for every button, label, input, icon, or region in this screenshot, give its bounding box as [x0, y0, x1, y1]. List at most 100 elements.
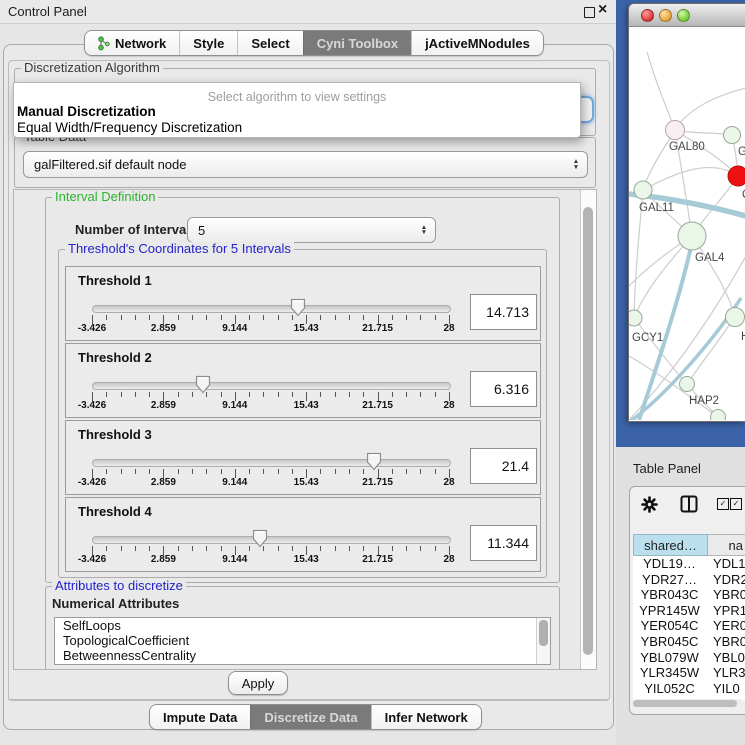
- slider-thumb[interactable]: [252, 529, 268, 553]
- apply-button[interactable]: Apply: [228, 671, 288, 695]
- slider-tick-label: 9.144: [203, 400, 267, 411]
- cell-name[interactable]: YBL0: [706, 650, 745, 666]
- slider-track[interactable]: [92, 305, 451, 313]
- table-row[interactable]: YBR043CYBR0: [633, 587, 745, 603]
- slider-thumb[interactable]: [195, 375, 211, 399]
- gear-icon[interactable]: [641, 496, 658, 513]
- table-hscrollbar[interactable]: [632, 699, 744, 708]
- tab-infer-network[interactable]: Infer Network: [371, 705, 481, 729]
- tab-impute-data[interactable]: Impute Data: [150, 705, 250, 729]
- threshold-value-field[interactable]: 11.344: [470, 525, 537, 561]
- table-row[interactable]: YBL079WYBL0: [633, 650, 745, 666]
- cell-name[interactable]: YDR2: [706, 572, 745, 588]
- cell-name[interactable]: YPR1: [706, 603, 745, 619]
- attribute-item-betweennesscentrality[interactable]: BetweennessCentrality: [55, 648, 550, 663]
- cell-name[interactable]: YLR3: [706, 665, 745, 681]
- cell-shared-name[interactable]: YBL079W: [633, 650, 706, 666]
- table-row[interactable]: YPR145WYPR1: [633, 603, 745, 619]
- table-hscrollbar-thumb[interactable]: [633, 700, 737, 707]
- tab-cyni-toolbox[interactable]: Cyni Toolbox: [303, 31, 411, 55]
- cell-name[interactable]: YDL1: [706, 556, 745, 572]
- column-layout-icon[interactable]: [680, 495, 698, 513]
- slider-tick-label: 15.43: [274, 400, 338, 411]
- threshold-value-field[interactable]: 14.713: [470, 294, 537, 330]
- tab-discretize-data[interactable]: Discretize Data: [250, 705, 370, 729]
- network-node[interactable]: [711, 410, 726, 421]
- network-node-ga[interactable]: [724, 127, 741, 144]
- slider-tick: [420, 546, 421, 551]
- table-rows[interactable]: YDL19…YDL1YDR27…YDR2YBR043CYBR0YPR145WYP…: [633, 556, 745, 701]
- network-node-gal4[interactable]: [678, 222, 706, 250]
- attribute-item-selfloops[interactable]: SelfLoops: [55, 618, 550, 633]
- attributes-scrollbar[interactable]: [536, 618, 550, 664]
- numerical-attributes-list[interactable]: SelfLoopsTopologicalCoefficientBetweenne…: [54, 617, 551, 665]
- table-row[interactable]: YDL19…YDL1: [633, 556, 745, 572]
- tab-select[interactable]: Select: [237, 31, 302, 55]
- cell-shared-name[interactable]: YLR345W: [633, 665, 706, 681]
- float-window-icon[interactable]: [584, 7, 595, 18]
- attribute-item-topologicalcoefficient[interactable]: TopologicalCoefficient: [55, 633, 550, 648]
- settings-scrollbar-thumb[interactable]: [583, 207, 593, 655]
- slider-tick: [278, 469, 279, 474]
- table-row[interactable]: YDR27…YDR2: [633, 572, 745, 588]
- slider-tick: [349, 315, 350, 320]
- node-label: HAP2: [689, 395, 719, 407]
- checkbox-icon[interactable]: ✓: [730, 498, 742, 510]
- network-graph[interactable]: GAL80GACGAL11GAL4GCY1HHAP2: [629, 26, 745, 420]
- attributes-scrollbar-thumb[interactable]: [539, 620, 548, 646]
- network-node-h[interactable]: [726, 308, 745, 327]
- number-of-intervals-combo[interactable]: 5 ▲▼: [187, 217, 436, 243]
- slider-track[interactable]: [92, 459, 451, 467]
- table-data-combo[interactable]: galFiltered.sif default node ▲▼: [23, 151, 588, 178]
- cell-shared-name[interactable]: YIL052C: [633, 681, 706, 697]
- cell-shared-name[interactable]: YBR043C: [633, 587, 706, 603]
- stepper-icon: ▲▼: [569, 159, 583, 170]
- tab-network[interactable]: Network: [85, 31, 179, 55]
- network-node-gal11[interactable]: [634, 181, 652, 199]
- column-header-name[interactable]: na: [708, 534, 745, 556]
- tab-style[interactable]: Style: [179, 31, 237, 55]
- slider-tick: [206, 546, 207, 551]
- slider-track[interactable]: [92, 382, 451, 390]
- network-window-titlebar[interactable]: [629, 4, 745, 27]
- cell-shared-name[interactable]: YDL19…: [633, 556, 706, 572]
- algorithm-item-manual[interactable]: Manual Discretization: [17, 104, 156, 119]
- cell-name[interactable]: YBR0: [706, 634, 745, 650]
- cell-shared-name[interactable]: YDR27…: [633, 572, 706, 588]
- threshold-value-field[interactable]: 21.4: [470, 448, 537, 484]
- algorithm-prompt-item[interactable]: Select algorithm to view settings: [14, 90, 580, 104]
- column-header-shared[interactable]: shared…: [633, 534, 708, 556]
- slider-tick-label: 2.859: [131, 477, 195, 488]
- table-row[interactable]: YER054CYER0: [633, 618, 745, 634]
- slider-tick-label: 2.859: [131, 323, 195, 334]
- slider-tick: [392, 469, 393, 474]
- zoom-traffic-light-icon[interactable]: [677, 9, 690, 22]
- minimize-traffic-light-icon[interactable]: [659, 9, 672, 22]
- algorithm-item-equal-width[interactable]: Equal Width/Frequency Discretization: [17, 120, 242, 135]
- network-node-gal80[interactable]: [666, 121, 685, 140]
- table-row[interactable]: YBR045CYBR0: [633, 634, 745, 650]
- network-node-c[interactable]: [728, 166, 745, 186]
- table-row[interactable]: YIL052CYIL0: [633, 681, 745, 697]
- table-row[interactable]: YLR345WYLR3: [633, 665, 745, 681]
- cell-shared-name[interactable]: YER054C: [633, 618, 706, 634]
- slider-thumb[interactable]: [366, 452, 382, 476]
- cell-shared-name[interactable]: YBR045C: [633, 634, 706, 650]
- tab-jactivemnodules[interactable]: jActiveMNodules: [411, 31, 543, 55]
- slider-tick: [249, 546, 250, 551]
- network-node-hap2[interactable]: [680, 377, 695, 392]
- cell-name[interactable]: YIL0: [706, 681, 745, 697]
- cell-name[interactable]: YER0: [706, 618, 745, 634]
- checkbox-icon[interactable]: ✓: [717, 498, 729, 510]
- close-traffic-light-icon[interactable]: [641, 9, 654, 22]
- close-icon[interactable]: ×: [598, 1, 607, 19]
- node-label: H: [741, 331, 745, 343]
- cell-shared-name[interactable]: YPR145W: [633, 603, 706, 619]
- cell-name[interactable]: YBR0: [706, 587, 745, 603]
- settings-scrollbar[interactable]: [580, 190, 596, 669]
- slider-tick-label: 9.144: [203, 477, 267, 488]
- slider-thumb[interactable]: [290, 298, 306, 322]
- slider-track[interactable]: [92, 536, 451, 544]
- network-node-gcy1[interactable]: [629, 310, 642, 326]
- threshold-value-field[interactable]: 6.316: [470, 371, 537, 407]
